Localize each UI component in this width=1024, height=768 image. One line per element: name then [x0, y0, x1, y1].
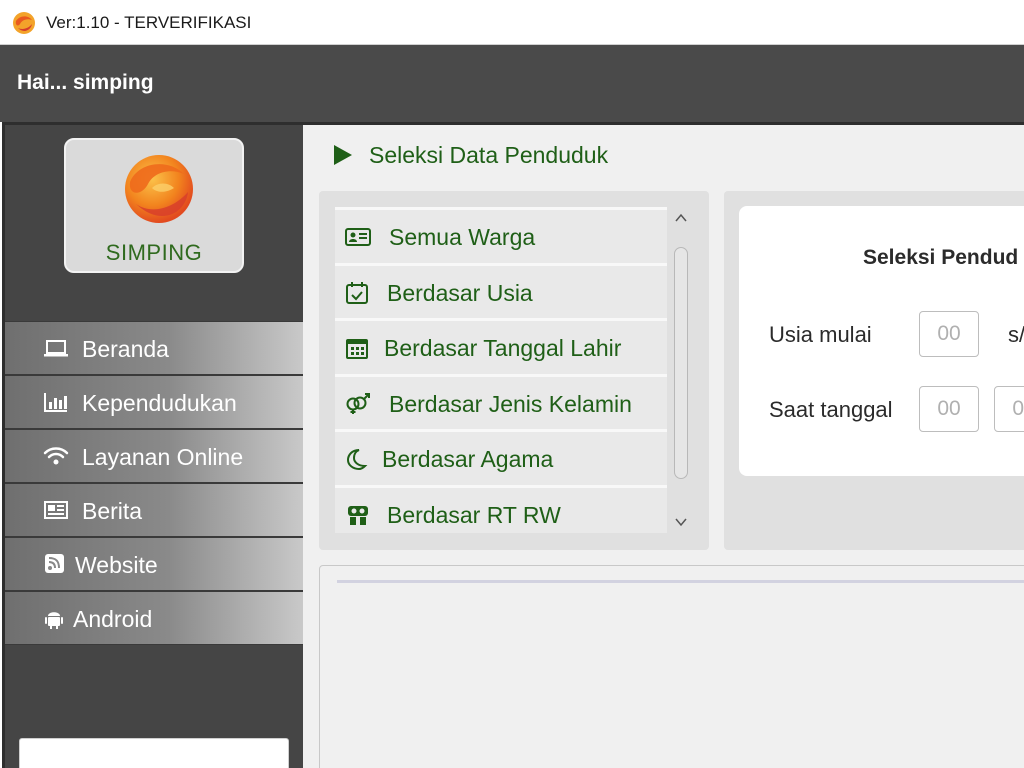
sidebar-item-layanan-online[interactable]: Layanan Online [5, 429, 303, 483]
sidebar-item-label: Beranda [82, 336, 169, 362]
calendar-grid-icon [346, 339, 368, 359]
age-from-input[interactable] [919, 311, 979, 357]
option-label: Berdasar Agama [382, 446, 554, 472]
sidebar-item-label: Berita [82, 498, 143, 524]
app-header: Hai... simping [0, 45, 1024, 122]
option-label: Berdasar RT RW [387, 501, 561, 528]
sidebar-item-beranda[interactable]: Beranda [5, 321, 303, 375]
android-icon [45, 612, 63, 629]
option-berdasar-rt-rw[interactable]: Berdasar RT RW [335, 484, 667, 533]
options-scrollbar[interactable] [671, 207, 691, 533]
simping-logo-icon [125, 155, 193, 223]
sidebar-item-website[interactable]: Website [5, 537, 303, 591]
sidebar-item-android[interactable]: Android [5, 591, 303, 645]
group-icon [348, 505, 368, 525]
laptop-icon [44, 340, 68, 357]
sidebar-bottom-panel [19, 738, 289, 768]
form-title: Seleksi Pendud [863, 246, 1019, 269]
selection-options-list[interactable]: Semua Warga Berdasar Usia Berdasar Tangg… [335, 207, 667, 533]
option-berdasar-agama[interactable]: Berdasar Agama [335, 429, 667, 485]
option-label: Berdasar Tanggal Lahir [384, 335, 622, 361]
age-label: Usia mulai [769, 322, 872, 347]
option-label: Semua Warga [389, 224, 536, 250]
main-content: Seleksi Data Penduduk Semua Warga Berdas… [303, 125, 1024, 768]
selection-options-panel: Semua Warga Berdasar Usia Berdasar Tangg… [319, 191, 709, 550]
gender-icon [346, 392, 370, 414]
sidebar: SIMPING Beranda Kependudukan Layanan Onl… [5, 125, 303, 768]
wifi-icon [43, 447, 69, 465]
option-semua-warga[interactable]: Semua Warga [335, 207, 667, 263]
selection-form-panel: Seleksi Pendud Usia mulai s/ Saat tangga… [724, 191, 1024, 550]
day-input[interactable] [919, 386, 979, 432]
page-title: Seleksi Data Penduduk [369, 142, 609, 168]
scrollbar-thumb[interactable] [674, 247, 688, 479]
option-berdasar-tanggal-lahir[interactable]: Berdasar Tanggal Lahir [335, 318, 667, 374]
logo-text: SIMPING [105, 240, 203, 265]
id-card-icon [345, 228, 371, 246]
sidebar-item-berita[interactable]: Berita [5, 483, 303, 537]
rss-icon [45, 554, 64, 573]
option-berdasar-jenis-kelamin[interactable]: Berdasar Jenis Kelamin [335, 373, 667, 429]
app-logo-icon [13, 12, 35, 34]
sidebar-item-kependudukan[interactable]: Kependudukan [5, 375, 303, 429]
calendar-check-icon [346, 281, 368, 304]
selection-form-card: Seleksi Pendud Usia mulai s/ Saat tangga… [739, 206, 1024, 476]
sidebar-item-label: Layanan Online [82, 444, 244, 470]
bar-chart-icon [44, 393, 67, 412]
sidebar-item-label: Website [75, 552, 158, 578]
scroll-down-arrow-icon[interactable] [674, 515, 688, 529]
sidebar-item-label: Kependudukan [82, 390, 237, 416]
age-range-separator: s/ [1008, 322, 1024, 347]
sidebar-nav: Beranda Kependudukan Layanan Online Beri… [5, 321, 303, 645]
logo-card[interactable]: SIMPING [64, 138, 244, 273]
crescent-moon-icon [346, 449, 368, 470]
results-panel [319, 565, 1024, 768]
results-divider [337, 580, 1024, 583]
option-label: Berdasar Jenis Kelamin [389, 390, 632, 417]
app-window: Ver:1.10 - TERVERIFIKASI Hai... simping [0, 0, 1024, 768]
title-bar: Ver:1.10 - TERVERIFIKASI [0, 0, 1024, 45]
user-greeting: Hai... simping [17, 71, 154, 94]
scroll-up-arrow-icon[interactable] [674, 211, 688, 225]
window-title: Ver:1.10 - TERVERIFIKASI [46, 13, 252, 32]
option-label: Berdasar Usia [387, 279, 533, 306]
month-input[interactable] [994, 386, 1024, 432]
option-berdasar-usia[interactable]: Berdasar Usia [335, 262, 667, 318]
sidebar-item-label: Android [73, 606, 153, 632]
play-triangle-icon [334, 145, 352, 165]
newspaper-icon [44, 501, 68, 519]
date-label: Saat tanggal [769, 397, 893, 422]
